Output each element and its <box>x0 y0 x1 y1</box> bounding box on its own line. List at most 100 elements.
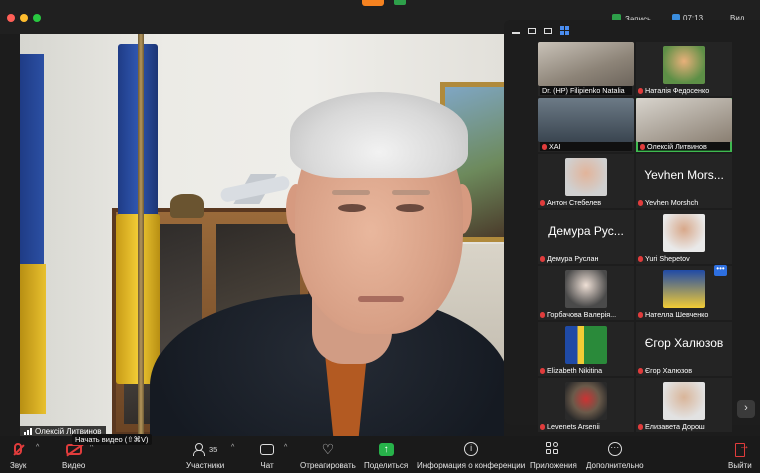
gallery-panel: Dr. (HP) Filipienko Natalia Наталія Федос… <box>504 20 760 432</box>
participant-video <box>636 98 732 142</box>
minimize-window-button[interactable] <box>20 14 28 22</box>
react-label: Отреагировать <box>300 461 356 470</box>
participant-avatar <box>565 158 607 196</box>
participant-display-name: Єгор Халюзов <box>644 336 724 350</box>
mic-muted-icon <box>14 443 23 455</box>
info-icon: i <box>464 442 479 456</box>
apps-icon <box>546 442 560 456</box>
leave-button[interactable]: Выйти <box>728 440 752 470</box>
participant-tile[interactable]: Yevhen Mors... Yevhen Morshch <box>636 154 732 208</box>
participant-tile[interactable]: Елизавета Дорош <box>636 378 732 432</box>
participant-tile[interactable]: Levenets Arsenii <box>538 378 634 432</box>
share-button[interactable]: ↑ Поделиться <box>364 440 408 470</box>
audio-label: Звук <box>10 461 27 470</box>
participant-video <box>538 42 634 86</box>
participant-name: Демура Руслан <box>547 254 599 263</box>
participant-tile[interactable]: Yuri Shepetov <box>636 210 732 264</box>
participants-options-chevron-icon[interactable]: ^ <box>231 444 234 451</box>
info-label: Информация о конференции <box>417 461 526 470</box>
participant-tiles: Dr. (HP) Filipienko Natalia Наталія Федос… <box>538 42 734 432</box>
speaker-mouth <box>358 296 404 302</box>
participant-label: Горбачова Валерія... <box>540 310 632 319</box>
more-button[interactable]: ··· Дополнительно <box>586 440 644 470</box>
chat-icon <box>260 443 274 455</box>
participant-name: Антон Стебелев <box>547 198 602 207</box>
participant-tile[interactable]: Горбачова Валерія... <box>538 266 634 320</box>
participant-avatar <box>565 382 607 420</box>
speaker-view-icon[interactable] <box>528 27 536 34</box>
participant-name: Олексій Литвинов <box>647 142 707 151</box>
participant-name: Levenets Arsenii <box>547 422 600 431</box>
participant-name: Yuri Shepetov <box>645 254 690 263</box>
minimize-icon[interactable] <box>512 31 520 34</box>
participant-tile[interactable]: Єгор Халюзов Єгор Халюзов <box>636 322 732 376</box>
participant-label: Elizabeth Nikitina <box>540 366 632 375</box>
participants-label: Участники <box>186 461 225 470</box>
speaker-eye-right <box>396 204 424 212</box>
participant-tile[interactable]: ХАІ <box>538 98 634 152</box>
participant-avatar <box>663 46 705 84</box>
camera-off-icon <box>65 443 82 455</box>
participant-name: Dr. (HP) Filipienko Natalia <box>542 86 625 95</box>
start-video-tooltip: Начать видео (⇧⌘V) <box>72 434 152 445</box>
mic-muted-icon <box>540 367 545 374</box>
participant-tile[interactable]: Антон Стебелев <box>538 154 634 208</box>
grid-view-icon[interactable] <box>560 26 569 35</box>
mic-muted-icon <box>638 367 643 374</box>
fullscreen-window-button[interactable] <box>33 14 41 22</box>
participant-display-name: Демура Рус... <box>548 224 624 238</box>
meeting-info-button[interactable]: i Информация о конференции <box>417 440 525 470</box>
top-orange-indicator[interactable] <box>362 0 384 6</box>
flag-left-yellow <box>20 264 46 414</box>
chat-options-chevron-icon[interactable]: ^ <box>284 444 287 451</box>
participant-name: ХАІ <box>549 142 561 151</box>
participant-label: Нателла Шевченко <box>638 310 730 319</box>
participant-tile[interactable]: Наталія Федосенко <box>636 42 732 96</box>
participant-avatar <box>565 326 607 364</box>
speaker-hair <box>290 92 468 178</box>
participants-button[interactable]: 35 Участники <box>186 440 224 470</box>
thumbnail-view-icon[interactable] <box>544 27 552 34</box>
participant-avatar <box>663 382 705 420</box>
participant-tile[interactable]: Олексій Литвинов <box>636 98 732 152</box>
mic-muted-icon <box>542 143 547 150</box>
audio-button[interactable]: Звук <box>10 440 26 470</box>
chat-button[interactable]: Чат <box>260 440 274 470</box>
chat-label: Чат <box>260 461 274 470</box>
share-label: Поделиться <box>364 461 409 470</box>
participant-label: Антон Стебелев <box>540 198 632 207</box>
participant-avatar <box>663 214 705 252</box>
participant-tile[interactable]: Dr. (HP) Filipienko Natalia <box>538 42 634 96</box>
mic-muted-icon <box>638 87 643 94</box>
mic-muted-icon <box>540 423 545 430</box>
mic-muted-icon <box>540 255 545 262</box>
participant-label: Олексій Литвинов <box>638 142 730 151</box>
audio-options-chevron-icon[interactable]: ^ <box>36 444 39 451</box>
participant-video <box>538 98 634 142</box>
participant-more-button[interactable]: ••• <box>714 265 727 276</box>
participant-name: Єгор Халюзов <box>645 366 693 375</box>
speaker-brow-right <box>392 190 430 195</box>
react-button[interactable]: ♡ Отреагировать <box>300 440 356 470</box>
participants-count: 35 <box>208 444 218 454</box>
close-window-button[interactable] <box>7 14 15 22</box>
video-options-chevron-icon[interactable]: ^ <box>90 444 93 451</box>
apps-label: Приложения <box>530 461 577 470</box>
participant-name: Горбачова Валерія... <box>547 310 617 319</box>
gallery-controls <box>512 26 569 35</box>
participant-tile[interactable]: Демура Рус... Демура Руслан <box>538 210 634 264</box>
mic-muted-icon <box>540 311 545 318</box>
mic-muted-icon <box>638 255 643 262</box>
participant-tile[interactable]: Elizabeth Nikitina <box>538 322 634 376</box>
participant-label: Levenets Arsenii <box>540 422 632 431</box>
participant-display-name: Yevhen Mors... <box>644 168 724 182</box>
signal-bars-icon <box>24 428 32 435</box>
mic-muted-icon <box>640 143 645 150</box>
apps-button[interactable]: Приложения <box>530 440 577 470</box>
mic-muted-icon <box>638 311 643 318</box>
speaker-brow-left <box>332 190 370 195</box>
mic-muted-icon <box>638 199 643 206</box>
next-page-button[interactable]: › <box>737 400 755 418</box>
top-green-indicator[interactable] <box>394 0 406 5</box>
participant-name: Нателла Шевченко <box>645 310 709 319</box>
